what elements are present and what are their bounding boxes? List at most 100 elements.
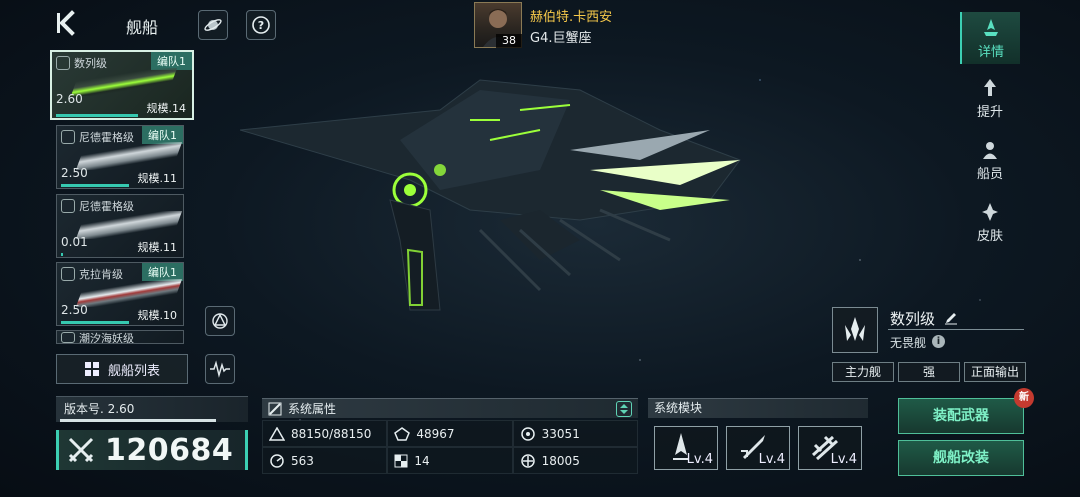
ship-model[interactable]: [240, 60, 760, 340]
info-icon[interactable]: i: [932, 335, 945, 348]
page-title: 舰船: [126, 18, 159, 37]
player-sector: G4.巨蟹座: [530, 31, 592, 46]
ship-thumbnail: [75, 211, 183, 239]
sort-arrows-icon: [620, 403, 628, 414]
system-attributes-panel: 系统属性 88150/88150 48967 33051 563 14 1800…: [262, 398, 638, 476]
ship-card-progress: [61, 184, 129, 187]
speed-icon: [270, 453, 284, 468]
ship-thumbnail: [75, 279, 183, 307]
ship-name: 数列级: [890, 308, 958, 329]
ship-card-scale: 规模.11: [137, 241, 178, 254]
planet-icon: [204, 19, 222, 31]
ship-card-progress: [61, 321, 129, 324]
modify-ship-label: 舰船改装: [933, 450, 989, 466]
shield-icon: [394, 426, 411, 441]
attribute-value: 563: [291, 453, 314, 468]
ship-class-icon: [61, 130, 75, 144]
ship-thumbnail: [75, 142, 183, 170]
energy-icon: [520, 426, 535, 441]
system-modules-panel: 系统模块 Lv.4 Lv.4 Lv.4: [648, 398, 868, 476]
player-name: 赫伯特.卡西安: [530, 10, 613, 25]
chevron-left-icon: [57, 10, 75, 36]
tab-upgrade[interactable]: 提升: [960, 78, 1020, 128]
module-slot-3[interactable]: Lv.4: [798, 426, 862, 470]
formation-icon: [212, 313, 228, 329]
ship-card-version: 2.50: [61, 166, 88, 180]
ship-thumbnail: [70, 68, 178, 96]
module-level: Lv.4: [830, 452, 857, 467]
ship-card-scale: 规模.11: [137, 172, 178, 185]
ship-card-class: 潮汐海妖级: [79, 332, 134, 344]
module-slot-1[interactable]: Lv.4: [654, 426, 718, 470]
ship-list-button[interactable]: 舰船列表: [56, 354, 188, 384]
planet-button[interactable]: [198, 10, 228, 40]
tab-details-label: 详情: [977, 45, 1004, 60]
module-level: Lv.4: [686, 452, 713, 467]
ship-card-4[interactable]: 潮汐海妖级: [56, 330, 184, 344]
attribute-armor: 88150/88150: [262, 420, 388, 447]
module-slot-2[interactable]: Lv.4: [726, 426, 790, 470]
ship-card-2[interactable]: 尼德霍格级 0.01 规模.11: [56, 194, 184, 258]
combat-power: 120684: [56, 430, 248, 470]
ship-card-version: 2.60: [56, 92, 83, 106]
attributes-icon: [268, 402, 282, 415]
tab-skin-label: 皮肤: [976, 229, 1003, 244]
crossed-swords-icon: [68, 437, 94, 463]
help-button[interactable]: ?: [246, 10, 276, 40]
skin-icon: [982, 203, 998, 221]
armor-icon: [269, 426, 285, 441]
equip-weapon-button[interactable]: 装配武器: [898, 398, 1024, 434]
player-level-badge: 38: [496, 34, 522, 48]
ship-card-scale: 规模.10: [137, 309, 178, 322]
attribute-speed: 563: [262, 447, 388, 474]
combat-power-value: 120684: [105, 432, 234, 468]
tab-skin[interactable]: 皮肤: [960, 202, 1020, 252]
ship-card-version: 2.50: [61, 303, 88, 317]
ship-card-1[interactable]: 尼德霍格级 编队1 2.50 规模.11: [56, 125, 184, 189]
ship-card-0[interactable]: 数列级 编队1 2.60 规模.14: [50, 50, 194, 120]
ship-class-icon: [61, 199, 75, 213]
grid-icon: [84, 362, 99, 376]
modify-ship-button[interactable]: 舰船改装: [898, 440, 1024, 476]
attribute-value: 18005: [541, 453, 580, 468]
ship-card-version: 0.01: [61, 235, 88, 249]
new-badge: 新: [1014, 388, 1034, 408]
ship-card-scale: 规模.14: [146, 102, 187, 115]
signal-button[interactable]: [205, 354, 235, 384]
ship-card-3[interactable]: 克拉肯级 编队1 2.50 规模.10: [56, 262, 184, 326]
attribute-shield: 48967: [387, 420, 513, 447]
ship-name-underline: [888, 329, 1024, 330]
ship-card-progress: [56, 114, 138, 117]
waveform-icon: [210, 360, 230, 378]
back-button[interactable]: [56, 10, 82, 40]
attribute-energy: 33051: [512, 420, 638, 447]
system-modules-title: 系统模块: [648, 398, 868, 418]
attribute-grid: 14: [387, 447, 513, 474]
ship-tag-role: 主力舰: [832, 362, 894, 382]
fleet-formation-button[interactable]: [205, 306, 235, 336]
module-level: Lv.4: [758, 452, 785, 467]
attribute-value: 48967: [416, 426, 455, 441]
version-progress-bar: [60, 419, 216, 422]
tab-crew[interactable]: 船员: [960, 140, 1020, 190]
edit-pencil-icon[interactable]: [944, 311, 958, 325]
attribute-value: 33051: [541, 426, 580, 441]
system-attributes-title: 系统属性: [288, 402, 337, 416]
upgrade-icon: [984, 79, 996, 96]
tab-crew-label: 船员: [976, 167, 1003, 182]
system-attributes-header: 系统属性: [262, 398, 638, 418]
ship-tag-strength: 强: [898, 362, 960, 382]
toggle-attributes-button[interactable]: [616, 400, 632, 417]
question-icon: ?: [252, 16, 270, 34]
tab-upgrade-label: 提升: [976, 105, 1003, 120]
tab-details[interactable]: 详情: [960, 12, 1020, 64]
ship-name-text: 数列级: [890, 310, 936, 328]
ship-detail-icon: [984, 19, 998, 36]
svg-text:?: ?: [258, 19, 264, 32]
ship-class-icon: [61, 332, 75, 343]
ship-class-emblem: [832, 307, 878, 353]
ship-class-icon: [61, 267, 75, 281]
ship-class-icon: [56, 56, 70, 70]
attribute-value: 88150/88150: [291, 426, 372, 441]
attribute-target: 18005: [512, 447, 638, 474]
